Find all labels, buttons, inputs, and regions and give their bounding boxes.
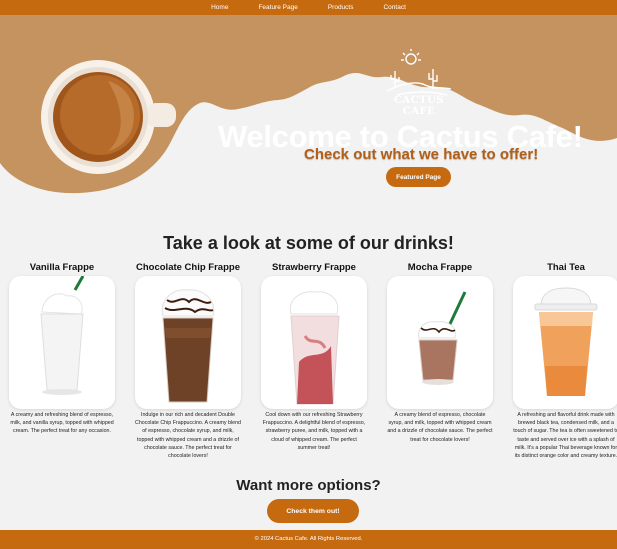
featured-page-button[interactable]: Featured Page (386, 167, 451, 187)
drink-card-strawberry-frappe[interactable]: Strawberry Frappe Cool down with our ref… (261, 262, 367, 452)
drink-description: A creamy blend of espresso, chocolate sy… (387, 412, 493, 443)
more-options-title: Want more options? (236, 477, 381, 494)
strawberry-frappe-image (289, 291, 340, 405)
drink-image-card[interactable] (387, 276, 493, 409)
logo-text: CACTUS CAFE (393, 95, 445, 117)
nav-contact-link[interactable]: Contact (368, 0, 420, 15)
chocolate-chip-frappe-image (161, 289, 215, 403)
vanilla-frappe-image (40, 276, 85, 395)
drink-description: Cool down with our refreshing Strawberry… (262, 412, 366, 451)
coffee-cup-image (41, 60, 176, 174)
drink-description: A creamy and refreshing blend of espress… (10, 412, 114, 435)
check-them-out-button[interactable]: Check them out! (267, 499, 359, 523)
nav-products-link[interactable]: Products (313, 0, 369, 15)
thai-tea-image (534, 287, 598, 396)
drink-description: Indulge in our rich and decadent Double … (135, 412, 241, 460)
drink-name: Chocolate Chip Frappe (136, 262, 240, 273)
drinks-section-title: Take a look at some of our drinks! (163, 233, 454, 253)
drink-image-card[interactable] (513, 276, 617, 409)
mocha-frappe-image (418, 291, 467, 385)
drink-image-card[interactable] (135, 276, 241, 409)
drink-name: Thai Tea (547, 262, 585, 273)
drink-card-chocolate-chip-frappe[interactable]: Chocolate Chip Frappe Indulge in our ric… (135, 262, 241, 460)
drink-card-mocha-frappe[interactable]: Mocha Frappe A creamy blend of espresso,… (387, 262, 493, 444)
drink-description: A refreshing and flavorful drink made wi… (513, 412, 617, 460)
nav-feature-page-link[interactable]: Feature Page (243, 0, 312, 15)
drink-card-vanilla-frappe[interactable]: Vanilla Frappe A creamy and refreshing b… (9, 262, 115, 436)
drink-name: Mocha Frappe (407, 262, 473, 273)
nav-home-link[interactable]: Home (196, 0, 243, 15)
drink-name: Vanilla Frappe (29, 262, 95, 273)
drink-name: Strawberry Frappe (272, 262, 356, 273)
drink-card-thai-tea[interactable]: Thai Tea A refreshing and flavorful drin… (513, 262, 617, 460)
top-navbar: Home Feature Page Products Contact (0, 0, 617, 15)
drink-image-card[interactable] (9, 276, 115, 409)
hero-section: CACTUS CAFE Welcome to Cactus Cafe! (0, 15, 617, 215)
drink-image-card[interactable] (261, 276, 367, 409)
footer: © 2024 Cactus Cafe. All Rights Reserved. (0, 530, 617, 549)
hero-subtitle: Check out what we have to offer! (304, 146, 539, 163)
footer-copyright: © 2024 Cactus Cafe. All Rights Reserved. (254, 536, 363, 542)
